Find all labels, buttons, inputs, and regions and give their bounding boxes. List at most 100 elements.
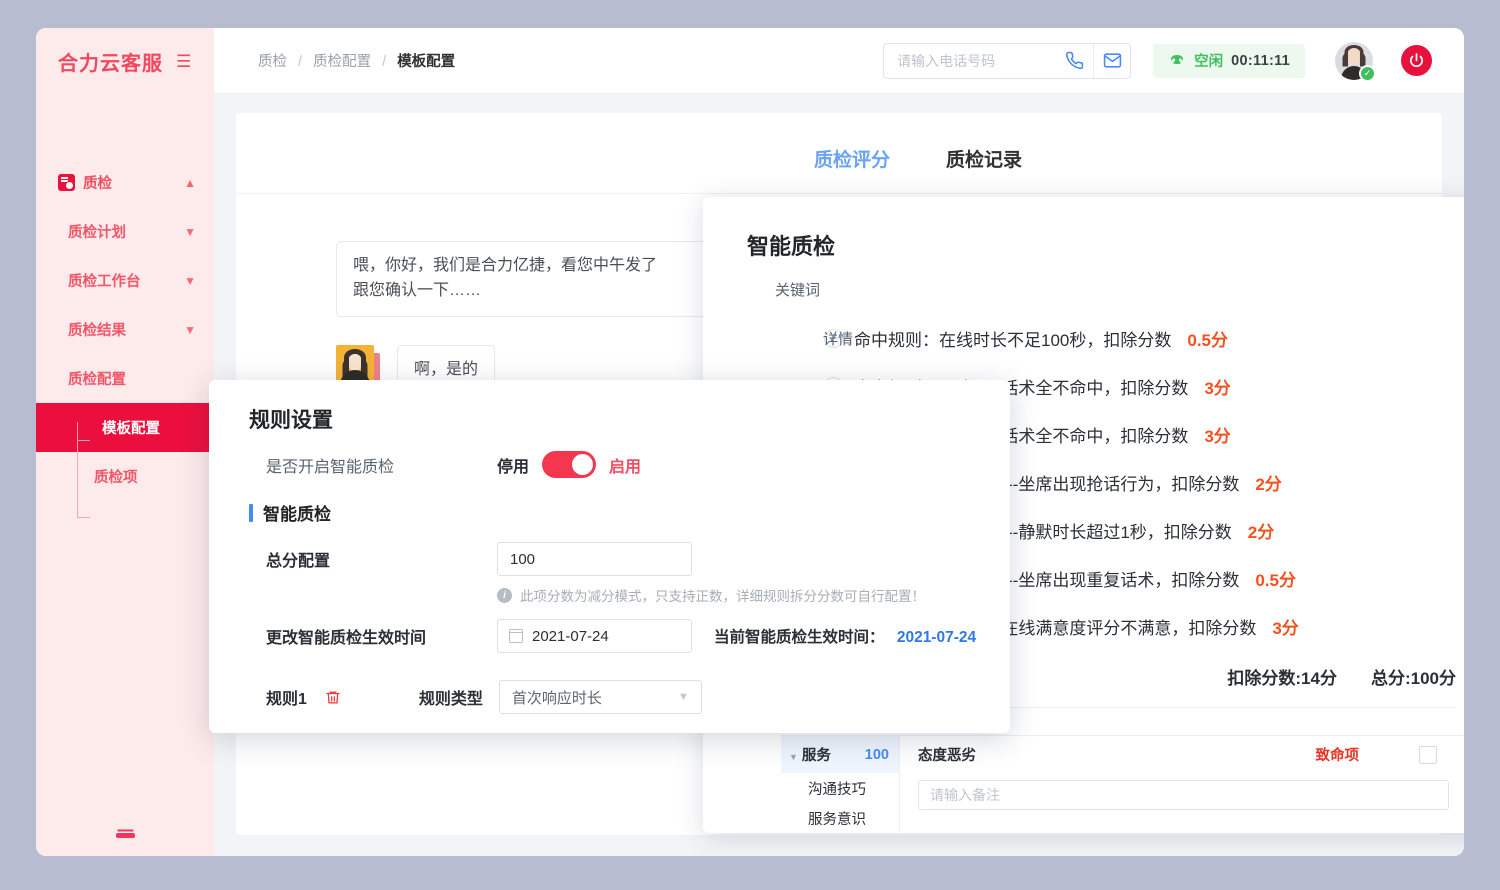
deducted-score: 扣除分数:14分 bbox=[1227, 664, 1337, 689]
telephone-icon bbox=[1168, 52, 1186, 70]
tab-bar: 质检评分 质检记录 bbox=[814, 145, 1022, 184]
scoring-item-name: 态度恶劣 bbox=[918, 744, 976, 765]
breadcrumb-mid[interactable]: 质检配置 bbox=[313, 54, 371, 70]
category-subitem[interactable]: 服务意识 bbox=[781, 803, 899, 833]
sidebar-item-label: 质检配置 bbox=[68, 368, 126, 389]
brand-header: 合力云客服 ☰ bbox=[36, 28, 214, 94]
sidebar-item-quality-items[interactable]: 质检项 bbox=[36, 452, 214, 501]
sidebar-nav: 质检 ▲ 质检计划 ▼ 质检工作台 ▼ 质检结果 ▼ 质检配置 模板配置 bbox=[36, 158, 214, 501]
caret-down-icon: ▼ bbox=[789, 752, 798, 762]
category-label: 服务 bbox=[802, 748, 831, 764]
breadcrumb-separator: / bbox=[382, 54, 386, 70]
sidebar: 合力云客服 ☰ 质检 ▲ 质检计划 ▼ 质检工作台 ▼ 质检结果 ▼ 质检配 bbox=[36, 28, 214, 856]
tree-connector-elbow bbox=[77, 440, 90, 441]
online-check-icon: ✓ bbox=[1359, 65, 1376, 82]
scoring-table: ▼ 服务 100 沟通技巧 服务意识 态度恶劣 致命项 bbox=[781, 735, 1464, 833]
total-score: 总分:100分 bbox=[1371, 664, 1456, 689]
switch-off-label: 停用 bbox=[497, 453, 529, 477]
status-timer: 00:11:11 bbox=[1231, 53, 1290, 69]
rule-settings-dialog: 规则设置 是否开启智能质检 停用 启用 智能质检 总分配置 i 此项分数为减分模… bbox=[209, 380, 1010, 733]
rule-name-label: 规则1 bbox=[266, 685, 307, 709]
collapse-icon bbox=[116, 833, 135, 838]
sidebar-item-template-config[interactable]: 模板配置 bbox=[36, 403, 214, 452]
fatal-item-label: 致命项 bbox=[1316, 744, 1360, 765]
chevron-down-icon: ▼ bbox=[184, 323, 196, 337]
sidebar-group-label: 质检 bbox=[83, 172, 112, 193]
sidebar-item-plan[interactable]: 质检计划 ▼ bbox=[36, 207, 214, 256]
section-accent-bar bbox=[249, 504, 253, 522]
delete-rule-button[interactable] bbox=[321, 686, 345, 708]
total-score-row: 总分配置 bbox=[209, 542, 1010, 576]
breadcrumb-root[interactable]: 质检 bbox=[258, 54, 287, 70]
calendar-icon bbox=[509, 629, 523, 643]
call-icon[interactable] bbox=[1056, 43, 1093, 79]
effective-time-row: 更改智能质检生效时间 2021-07-24 当前智能质检生效时间： 2021-0… bbox=[209, 619, 1010, 653]
detail-label: 详情 bbox=[823, 328, 853, 349]
avatar[interactable]: ✓ bbox=[1335, 42, 1373, 80]
panel-title: 智能质检 bbox=[747, 229, 1464, 261]
sidebar-item-label: 质检计划 bbox=[68, 221, 126, 242]
rule-score: 3分 bbox=[1272, 614, 1298, 639]
keyword-label: 关键词 bbox=[775, 279, 1464, 300]
rule-score: 0.5分 bbox=[1187, 326, 1228, 351]
tab-quality-record[interactable]: 质检记录 bbox=[946, 145, 1022, 184]
section-label: 智能质检 bbox=[263, 500, 331, 525]
enable-smart-qc-toggle[interactable] bbox=[542, 451, 596, 478]
current-effective-label: 当前智能质检生效时间： bbox=[714, 629, 885, 646]
sidebar-item-workbench[interactable]: 质检工作台 ▼ bbox=[36, 256, 214, 305]
rule-type-select[interactable]: 首次响应时长 ▼ bbox=[499, 680, 702, 714]
chevron-down-icon: ▼ bbox=[184, 225, 196, 239]
status-badge: 空闲 00:11:11 bbox=[1153, 44, 1305, 78]
sidebar-collapse-button[interactable] bbox=[36, 833, 214, 838]
app-window: 合力云客服 ☰ 质检 ▲ 质检计划 ▼ 质检工作台 ▼ 质检结果 ▼ 质检配 bbox=[36, 28, 1464, 856]
enable-smart-qc-label: 是否开启智能质检 bbox=[266, 453, 497, 477]
current-effective-time: 当前智能质检生效时间： 2021-07-24 bbox=[714, 625, 976, 647]
rule-score: 3分 bbox=[1204, 374, 1230, 399]
note-row bbox=[918, 773, 1464, 820]
effective-time-label: 更改智能质检生效时间 bbox=[266, 624, 497, 648]
sidebar-item-results[interactable]: 质检结果 ▼ bbox=[36, 305, 214, 354]
breadcrumb-separator: / bbox=[298, 54, 302, 70]
dialog-section-title: 智能质检 bbox=[249, 500, 1010, 525]
rule-row: 详情 ✓ 命中规则：在线时长不足100秒，扣除分数 0.5分 bbox=[703, 314, 1464, 362]
brand-name: 合力云客服 bbox=[58, 47, 163, 76]
sidebar-item-label: 质检项 bbox=[94, 466, 138, 487]
rule-score: 3分 bbox=[1204, 422, 1230, 447]
phone-dial-box bbox=[883, 43, 1131, 79]
total-score-input[interactable] bbox=[497, 542, 692, 576]
effective-date-value: 2021-07-24 bbox=[532, 628, 609, 645]
rule-type-value: 首次响应时长 bbox=[512, 687, 602, 708]
category-subitem[interactable]: 沟通技巧 bbox=[781, 773, 899, 803]
category-score: 100 bbox=[865, 747, 889, 763]
power-button[interactable] bbox=[1401, 45, 1432, 76]
effective-date-picker[interactable]: 2021-07-24 bbox=[497, 619, 692, 653]
power-icon bbox=[1408, 52, 1425, 69]
tree-connector-line bbox=[77, 422, 78, 518]
total-score-hint: i 此项分数为减分模式，只支持正数，详细规则拆分分数可自行配置！ bbox=[497, 585, 1010, 605]
category-row-service[interactable]: ▼ 服务 100 bbox=[781, 736, 899, 773]
menu-icon[interactable]: ☰ bbox=[176, 53, 191, 70]
scoring-table-categories: ▼ 服务 100 沟通技巧 服务意识 bbox=[781, 736, 900, 833]
sidebar-item-label: 质检结果 bbox=[68, 319, 126, 340]
switch-on-label: 启用 bbox=[609, 453, 641, 477]
breadcrumb-current: 模板配置 bbox=[397, 54, 455, 70]
mail-icon[interactable] bbox=[1093, 43, 1130, 79]
note-input[interactable] bbox=[918, 780, 1449, 810]
phone-input[interactable] bbox=[884, 44, 1056, 78]
sidebar-group-quality[interactable]: 质检 ▲ bbox=[36, 158, 214, 207]
rule-config-row: 规则1 规则类型 首次响应时长 ▼ bbox=[209, 680, 1010, 714]
avatar-face bbox=[1347, 48, 1362, 65]
rule-type-label: 规则类型 bbox=[419, 685, 483, 709]
chevron-up-icon: ▲ bbox=[184, 176, 196, 190]
topbar: 质检 / 质检配置 / 模板配置 空闲 bbox=[214, 28, 1464, 94]
sidebar-item-config[interactable]: 质检配置 bbox=[36, 354, 214, 403]
fatal-item-checkbox[interactable] bbox=[1419, 746, 1437, 764]
status-label: 空闲 bbox=[1194, 50, 1223, 71]
enable-smart-qc-row: 是否开启智能质检 停用 启用 bbox=[209, 451, 1010, 478]
tab-quality-score[interactable]: 质检评分 bbox=[814, 145, 890, 184]
info-icon: i bbox=[497, 588, 512, 603]
rule-score: 2分 bbox=[1248, 518, 1274, 543]
dialog-title: 规则设置 bbox=[249, 404, 1010, 434]
rule-score: 2分 bbox=[1255, 470, 1281, 495]
scoring-item-row: 态度恶劣 致命项 bbox=[918, 736, 1464, 773]
